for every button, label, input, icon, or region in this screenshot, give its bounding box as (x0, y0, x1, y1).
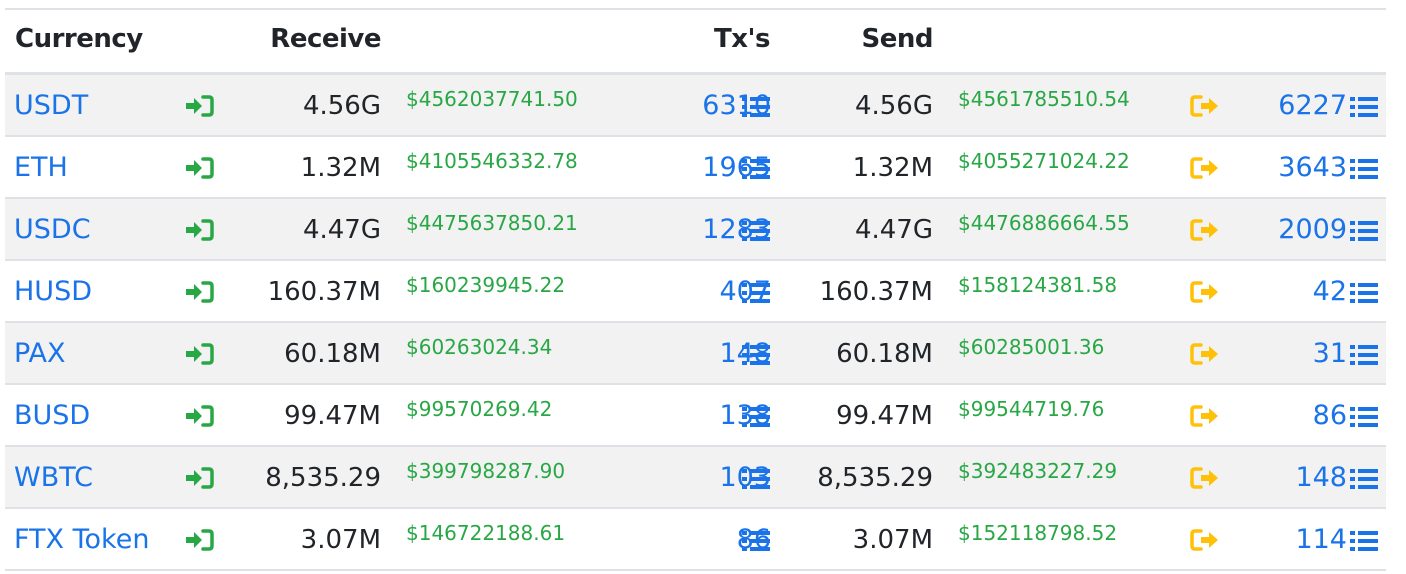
table-row: PAX 60.18M $60263024.34 148 60.18M $6028… (5, 323, 1386, 385)
sign-out-icon (1190, 467, 1218, 489)
send-tx-count-link[interactable]: 114 (1295, 524, 1347, 555)
receive-usd-value: $99570269.42 (406, 397, 553, 421)
list-icon[interactable] (1349, 281, 1379, 305)
sign-in-icon (186, 467, 214, 489)
sign-out-icon (1190, 343, 1218, 365)
list-icon[interactable] (1349, 467, 1379, 491)
send-tx-count-link[interactable]: 148 (1295, 462, 1347, 493)
send-tx-count-link[interactable]: 42 (1313, 276, 1347, 307)
sign-in-icon (186, 405, 214, 427)
currency-link[interactable]: WBTC (14, 462, 93, 493)
send-usd-value: $99544719.76 (958, 397, 1105, 421)
header-currency: Currency (15, 24, 143, 54)
list-icon[interactable] (741, 405, 771, 429)
send-usd-value: $4476886664.55 (958, 211, 1130, 235)
send-usd-value: $60285001.36 (958, 335, 1105, 359)
list-icon[interactable] (1349, 219, 1379, 243)
sign-in-icon (186, 95, 214, 117)
list-icon[interactable] (741, 529, 771, 553)
list-icon[interactable] (741, 343, 771, 367)
table-header: Currency Receive Tx's Send (5, 10, 1386, 72)
table-body: USDT 4.56G $4562037741.50 6310 4.56G $45… (5, 75, 1386, 571)
list-icon[interactable] (741, 467, 771, 491)
receive-amount: 1.32M (300, 153, 381, 183)
table-row: HUSD 160.37M $160239945.22 407 160.37M $… (5, 261, 1386, 323)
currency-link[interactable]: ETH (14, 152, 68, 183)
list-icon[interactable] (741, 95, 771, 119)
sign-out-icon (1190, 405, 1218, 427)
receive-usd-value: $4562037741.50 (406, 87, 578, 111)
list-icon[interactable] (1349, 157, 1379, 181)
list-icon[interactable] (1349, 95, 1379, 119)
sign-out-icon (1190, 529, 1218, 551)
currency-link[interactable]: BUSD (14, 400, 90, 431)
table-row: FTX Token 3.07M $146722188.61 86 3.07M $… (5, 509, 1386, 571)
receive-usd-value: $146722188.61 (406, 521, 566, 545)
sign-in-icon (186, 157, 214, 179)
currency-link[interactable]: FTX Token (14, 524, 149, 555)
receive-amount: 99.47M (284, 401, 381, 431)
send-amount: 99.47M (836, 401, 933, 431)
list-icon[interactable] (741, 281, 771, 305)
receive-usd-value: $160239945.22 (406, 273, 566, 297)
currency-link[interactable]: HUSD (14, 276, 92, 307)
currency-link[interactable]: PAX (14, 338, 66, 369)
receive-amount: 60.18M (284, 339, 381, 369)
receive-amount: 8,535.29 (265, 463, 381, 493)
header-txs: Tx's (714, 24, 770, 54)
receive-usd-value: $4475637850.21 (406, 211, 578, 235)
table-row: WBTC 8,535.29 $399798287.90 103 8,535.29… (5, 447, 1386, 509)
sign-out-icon (1190, 95, 1218, 117)
header-send: Send (861, 24, 934, 54)
list-icon[interactable] (741, 157, 771, 181)
send-tx-count-link[interactable]: 31 (1313, 338, 1347, 369)
sign-out-icon (1190, 219, 1218, 241)
list-icon[interactable] (1349, 529, 1379, 553)
send-tx-count-link[interactable]: 6227 (1278, 90, 1347, 121)
receive-usd-value: $60263024.34 (406, 335, 553, 359)
send-usd-value: $158124381.58 (958, 273, 1118, 297)
currency-link[interactable]: USDC (14, 214, 91, 245)
sign-in-icon (186, 343, 214, 365)
send-amount: 160.37M (819, 277, 933, 307)
list-icon[interactable] (741, 219, 771, 243)
sign-out-icon (1190, 281, 1218, 303)
list-icon[interactable] (1349, 405, 1379, 429)
send-usd-value: $152118798.52 (958, 521, 1118, 545)
send-amount: 60.18M (836, 339, 933, 369)
table-row: USDT 4.56G $4562037741.50 6310 4.56G $45… (5, 75, 1386, 137)
send-usd-value: $4055271024.22 (958, 149, 1130, 173)
send-tx-count-link[interactable]: 2009 (1278, 214, 1347, 245)
send-tx-count-link[interactable]: 86 (1313, 400, 1347, 431)
receive-amount: 3.07M (300, 525, 381, 555)
currency-link[interactable]: USDT (14, 90, 88, 121)
send-amount: 8,535.29 (817, 463, 933, 493)
send-amount: 4.56G (854, 91, 933, 121)
currency-table: Currency Receive Tx's Send USDT 4.56G $4… (5, 8, 1386, 571)
table-row: BUSD 99.47M $99570269.42 138 99.47M $995… (5, 385, 1386, 447)
sign-in-icon (186, 219, 214, 241)
send-usd-value: $4561785510.54 (958, 87, 1130, 111)
send-usd-value: $392483227.29 (958, 459, 1118, 483)
table-row: ETH 1.32M $4105546332.78 1965 1.32M $405… (5, 137, 1386, 199)
sign-in-icon (186, 281, 214, 303)
sign-in-icon (186, 529, 214, 551)
table-row: USDC 4.47G $4475637850.21 1283 4.47G $44… (5, 199, 1386, 261)
header-receive: Receive (270, 24, 381, 54)
receive-amount: 160.37M (267, 277, 381, 307)
receive-amount: 4.56G (302, 91, 381, 121)
send-tx-count-link[interactable]: 3643 (1278, 152, 1347, 183)
sign-out-icon (1190, 157, 1218, 179)
send-amount: 3.07M (852, 525, 933, 555)
send-amount: 4.47G (854, 215, 933, 245)
receive-usd-value: $4105546332.78 (406, 149, 578, 173)
receive-usd-value: $399798287.90 (406, 459, 566, 483)
receive-amount: 4.47G (302, 215, 381, 245)
list-icon[interactable] (1349, 343, 1379, 367)
send-amount: 1.32M (852, 153, 933, 183)
